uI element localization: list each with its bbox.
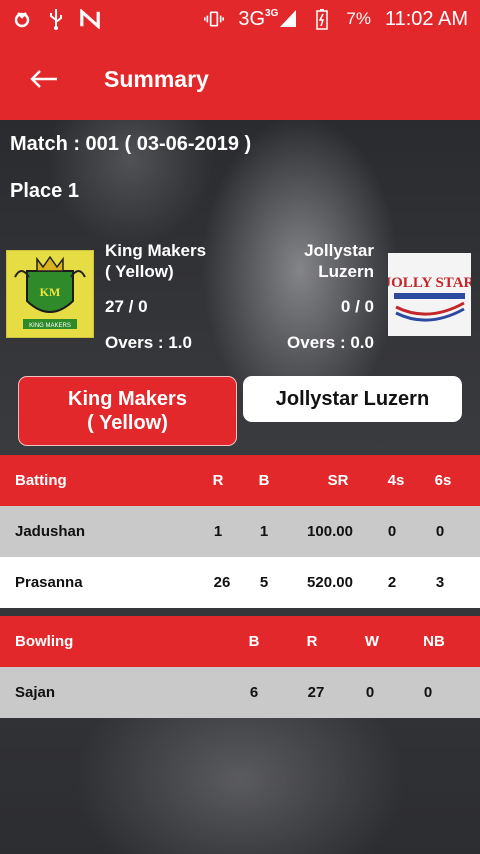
- batsman-sixes: 3: [435, 574, 445, 591]
- clock: 11:02 AM: [384, 7, 468, 30]
- app-notification-icon: [12, 9, 32, 29]
- signal-icon: [278, 8, 298, 28]
- king-makers-logo: KM KING MAKERS: [6, 250, 94, 338]
- tab-king-makers-line1: King Makers: [68, 388, 187, 410]
- bowler-runs: 27: [307, 684, 325, 701]
- n-icon: [80, 9, 100, 29]
- usb-icon: [46, 9, 66, 30]
- network-type: 3G: [238, 7, 266, 30]
- vibrate-icon: [204, 9, 225, 29]
- bowling-header-b: B: [248, 633, 260, 650]
- jollystar-logo-text: JOLLY STAR: [388, 275, 471, 291]
- tab-king-makers[interactable]: King Makers ( Yellow): [18, 376, 237, 446]
- batting-table: Batting R B SR 4s 6s Jadushan 1 1 100.00…: [0, 455, 480, 608]
- bowling-header-r: R: [306, 633, 318, 650]
- bowling-header-w: W: [364, 633, 380, 650]
- batsman-name: Jadushan: [15, 523, 86, 540]
- table-row: Jadushan 1 1 100.00 0 0: [0, 506, 480, 557]
- bowler-wickets: 0: [365, 684, 375, 701]
- batsman-balls: 1: [259, 523, 269, 540]
- batsman-sixes: 0: [435, 523, 445, 540]
- batting-header-sr: SR: [327, 472, 349, 489]
- team-left-name-line1: King Makers: [105, 241, 207, 260]
- team-left-overs: Overs : 1.0: [105, 333, 192, 352]
- team-left-name-line2: ( Yellow): [105, 262, 174, 281]
- network-type-sup: 3G: [265, 7, 279, 19]
- bowler-name: Sajan: [15, 684, 56, 701]
- team-left-name: King Makers ( Yellow): [105, 240, 206, 282]
- battery-percent: 7%: [346, 9, 371, 28]
- batsman-name: Prasanna: [15, 574, 83, 591]
- team-right-score: 0 / 0: [340, 297, 374, 316]
- team-left-score: 27 / 0: [105, 297, 148, 316]
- bowling-header-label: Bowling: [15, 633, 74, 650]
- batsman-strike-rate: 100.00: [307, 523, 353, 540]
- batting-header-label: Batting: [15, 472, 67, 489]
- bowling-header-nb: NB: [423, 633, 445, 650]
- batsman-balls: 5: [259, 574, 269, 591]
- team-right-overs: Overs : 0.0: [287, 333, 374, 352]
- batting-header-6s: 6s: [434, 472, 452, 489]
- batting-header-row: Batting R B SR 4s 6s: [0, 455, 480, 506]
- tab-jollystar-luzern-label: Jollystar Luzern: [275, 388, 430, 410]
- battery-charging-icon: [312, 9, 332, 30]
- tab-jollystar-luzern[interactable]: Jollystar Luzern: [243, 376, 462, 422]
- team-right-name: Jollystar Luzern: [304, 240, 374, 282]
- place-info: Place 1: [10, 180, 79, 202]
- team-right-name-line1: Jollystar: [304, 241, 374, 260]
- batting-header-b: B: [258, 472, 270, 489]
- jollystar-logo: JOLLY STAR: [384, 253, 475, 336]
- team-right-name-line2: Luzern: [318, 262, 374, 281]
- app-bar: Summary: [0, 38, 480, 120]
- back-arrow-icon[interactable]: [30, 69, 58, 89]
- bowling-table: Bowling B R W NB Sajan 6 27 0 0: [0, 616, 480, 718]
- page-title: Summary: [104, 65, 209, 92]
- svg-text:KM: KM: [40, 285, 61, 299]
- batsman-strike-rate: 520.00: [307, 574, 353, 591]
- table-row: Prasanna 26 5 520.00 2 3: [0, 557, 480, 608]
- tab-king-makers-line2: ( Yellow): [87, 412, 168, 434]
- bowling-header-row: Bowling B R W NB: [0, 616, 480, 667]
- bowler-no-balls: 0: [423, 684, 433, 701]
- bowler-balls: 6: [249, 684, 259, 701]
- match-info: Match : 001 ( 03-06-2019 ): [10, 133, 252, 155]
- king-makers-logo-text: KING MAKERS: [29, 323, 71, 329]
- status-bar: 3G 3G 7% 11:02 AM: [0, 0, 480, 38]
- table-row: Sajan 6 27 0 0: [0, 667, 480, 718]
